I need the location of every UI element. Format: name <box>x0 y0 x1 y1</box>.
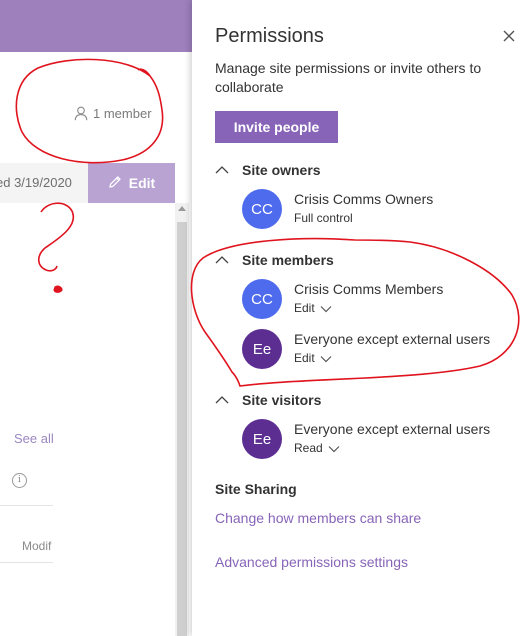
info-icon[interactable]: i <box>12 473 27 488</box>
scrollbar-thumb[interactable] <box>177 222 187 636</box>
divider <box>0 505 53 506</box>
section-label: Site visitors <box>242 392 322 408</box>
member-count[interactable]: 1 member <box>74 106 152 121</box>
role-dropdown[interactable]: Read <box>294 441 490 456</box>
suite-bar <box>0 0 192 52</box>
member-item: CC Crisis Comms Owners Full control <box>242 189 433 229</box>
role-dropdown[interactable]: Edit <box>294 351 490 366</box>
avatar: Ee <box>242 419 282 459</box>
close-icon <box>503 30 515 42</box>
avatar: CC <box>242 279 282 319</box>
member-count-label: 1 member <box>93 106 152 121</box>
site-background: 1 member ed 3/19/2020 Edit See all i Mod… <box>0 0 192 636</box>
member-name: Crisis Comms Owners <box>294 191 434 207</box>
permissions-panel: Permissions Manage site permissions or i… <box>192 0 531 636</box>
role-label: Edit <box>294 301 315 315</box>
member-item: Ee Everyone except external users Edit <box>242 329 490 369</box>
close-button[interactable] <box>501 28 517 44</box>
avatar: CC <box>242 189 282 229</box>
section-label: Site members <box>242 252 334 268</box>
member-item: Ee Everyone except external users Read <box>242 419 490 459</box>
member-item: CC Crisis Comms Members Edit <box>242 279 443 319</box>
role-dropdown[interactable]: Edit <box>294 301 443 316</box>
member-name: Crisis Comms Members <box>294 281 444 297</box>
scroll-up-arrow[interactable] <box>178 206 186 211</box>
role-label: Read <box>294 441 323 455</box>
section-site-visitors[interactable]: Site visitors <box>215 392 321 408</box>
column-header-modified[interactable]: Modif <box>22 539 51 553</box>
pencil-icon <box>108 175 122 192</box>
page: 1 member ed 3/19/2020 Edit See all i Mod… <box>0 0 531 636</box>
chevron-down-icon <box>328 445 340 452</box>
change-sharing-link[interactable]: Change how members can share <box>215 510 421 526</box>
chevron-up-icon <box>215 166 229 174</box>
person-icon <box>74 106 88 121</box>
edit-page-label: Edit <box>128 175 156 191</box>
member-name: Everyone except external users <box>294 421 491 437</box>
divider <box>0 562 53 563</box>
member-role: Full control <box>294 211 433 226</box>
member-name: Everyone except external users <box>294 331 491 347</box>
avatar: Ee <box>242 329 282 369</box>
panel-description: Manage site permissions or invite others… <box>215 60 482 95</box>
advanced-permissions-link[interactable]: Advanced permissions settings <box>215 554 408 570</box>
section-site-owners[interactable]: Site owners <box>215 162 321 178</box>
see-all-link[interactable]: See all <box>14 431 54 446</box>
invite-people-button[interactable]: Invite people <box>215 111 338 143</box>
role-label: Full control <box>294 211 353 225</box>
panel-title: Permissions <box>215 25 324 47</box>
chevron-up-icon <box>215 396 229 404</box>
section-site-members[interactable]: Site members <box>215 252 334 268</box>
chevron-down-icon <box>320 355 332 362</box>
chevron-up-icon <box>215 256 229 264</box>
role-label: Edit <box>294 351 315 365</box>
site-sharing-title: Site Sharing <box>215 481 297 497</box>
edit-page-button[interactable]: Edit <box>88 163 175 203</box>
last-edited-text: ed 3/19/2020 <box>0 163 88 203</box>
section-label: Site owners <box>242 162 321 178</box>
chevron-down-icon <box>320 305 332 312</box>
